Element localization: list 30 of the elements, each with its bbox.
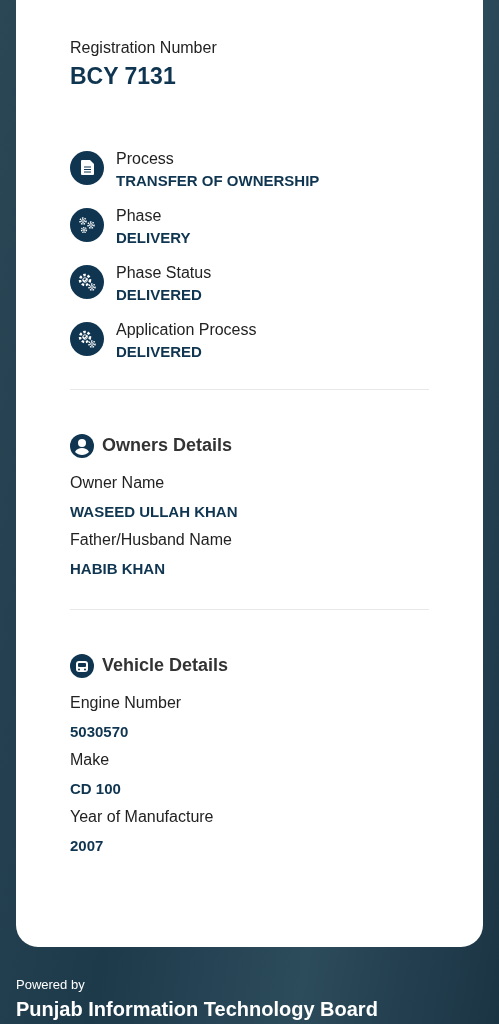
field-label: Owner Name [70,473,166,493]
field-value: DELIVERED [116,342,203,362]
field-value: WASEED ULLAH KHAN [70,501,239,522]
field-label: Year of Manufacture [70,807,215,827]
car-icon [70,653,94,678]
field-label: Registration Number [70,38,218,58]
field-label: Phase Status [116,263,212,283]
document-icon [70,151,104,185]
registration-number: BCY 7131 [70,62,177,90]
user-icon [70,433,94,458]
field-label: Application Process [116,320,257,340]
gears-icon [70,208,104,242]
section-title: Vehicle Details [102,654,229,677]
field-value: DELIVERED [116,285,203,305]
field-value: TRANSFER OF OWNERSHIP [116,171,320,191]
field-label: Make [70,750,111,770]
field-value: HABIB KHAN [70,558,166,579]
powered-by-caption: Powered by [16,975,86,994]
field-label: Phase [116,206,163,226]
section-title: Owners Details [102,434,233,457]
gear-check-icon [70,322,104,356]
field-value: 5030570 [70,721,130,742]
field-label: Process [116,149,175,169]
organization-name: Punjab Information Technology Board [16,997,379,1022]
gear-check-icon [70,265,104,299]
field-value: CD 100 [70,778,122,799]
field-value: DELIVERY [116,228,191,248]
field-label: Engine Number [70,693,183,713]
field-value: 2007 [70,835,105,856]
field-label: Father/Husband Name [70,530,233,550]
